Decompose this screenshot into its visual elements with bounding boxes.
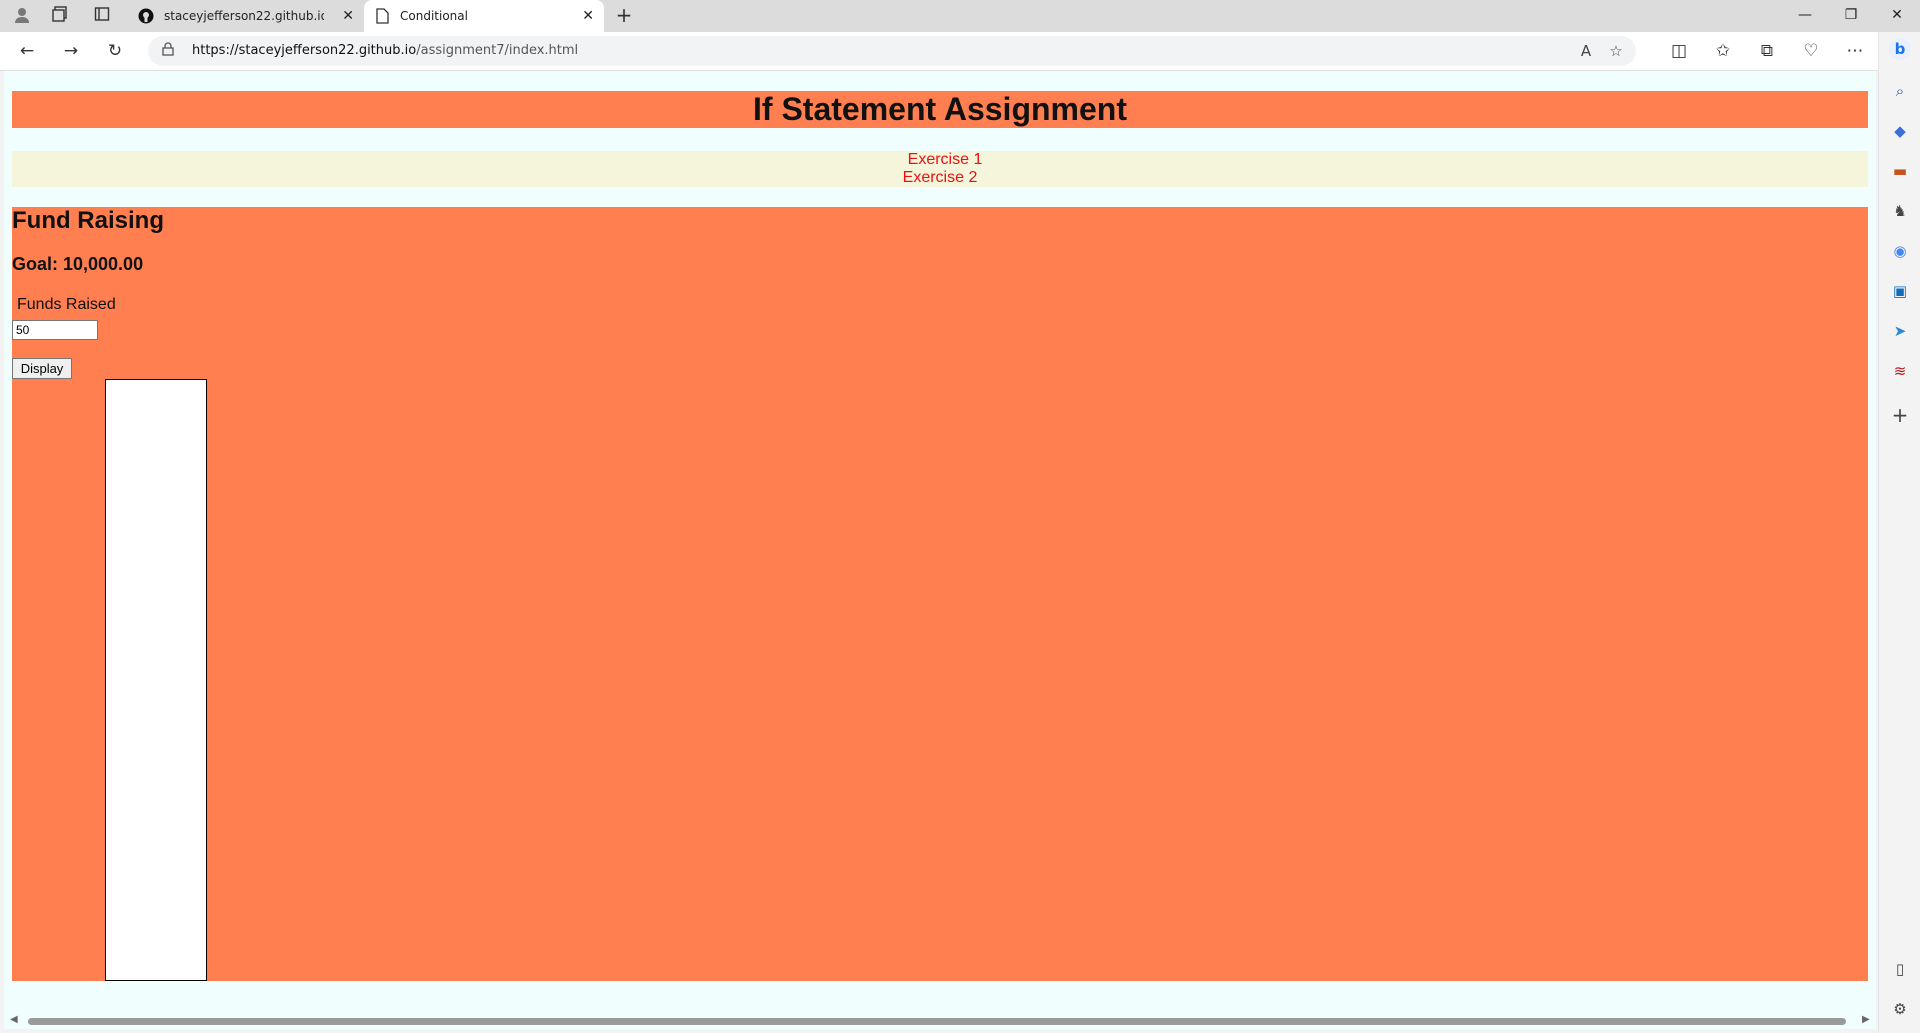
- back-icon[interactable]: ←: [16, 40, 38, 62]
- close-tab-icon[interactable]: ✕: [582, 0, 594, 32]
- app-icon[interactable]: ≋: [1889, 360, 1911, 382]
- favorites-icon[interactable]: ✩: [1712, 40, 1734, 62]
- nav-link-exercise-1[interactable]: Exercise 1: [12, 151, 1868, 169]
- split-screen-icon[interactable]: ◫: [1668, 40, 1690, 62]
- edge-sidebar: b ⌕ ◆ ▬ ♞ ◉ ▣ ➤ ≋ + ▯ ⚙: [1878, 32, 1920, 1033]
- github-icon: [138, 8, 154, 24]
- games-icon[interactable]: ♞: [1889, 200, 1911, 222]
- collections-icon[interactable]: ⧉: [1756, 40, 1778, 62]
- close-window-icon[interactable]: ✕: [1874, 0, 1920, 32]
- more-menu-icon[interactable]: ⋯: [1844, 40, 1866, 62]
- horizontal-scrollbar[interactable]: ◀ ▶: [4, 1013, 1876, 1029]
- url-path: /assignment7/index.html: [416, 43, 579, 58]
- goal-text: Goal: 10,000.00: [12, 254, 144, 274]
- fund-thermometer: [105, 379, 207, 981]
- tab-github[interactable]: staceyjefferson22.github.io/assig ✕: [128, 0, 364, 32]
- restore-icon[interactable]: ❐: [1828, 0, 1874, 32]
- scrollbar-thumb[interactable]: [28, 1018, 1846, 1025]
- tab-conditional[interactable]: Conditional ✕: [364, 0, 604, 32]
- fund-raising-section: Fund Raising Goal: 10,000.00 Funds Raise…: [12, 207, 1868, 981]
- funds-raised-input[interactable]: [12, 320, 98, 340]
- workspaces-icon[interactable]: [50, 6, 70, 26]
- scroll-right-icon[interactable]: ▶: [1862, 1014, 1870, 1025]
- copilot-icon[interactable]: b: [1889, 38, 1911, 60]
- nav-link-exercise-2[interactable]: Exercise 2: [12, 169, 1868, 187]
- close-tab-icon[interactable]: ✕: [342, 0, 354, 32]
- settings-gear-icon[interactable]: ⚙: [1889, 998, 1911, 1020]
- browser-essentials-icon[interactable]: ♡: [1800, 40, 1822, 62]
- url-host: https://staceyjefferson22.github.io: [192, 43, 417, 58]
- hide-sidebar-icon[interactable]: ▯: [1889, 958, 1911, 980]
- read-aloud-icon[interactable]: A: [1576, 41, 1596, 61]
- search-icon[interactable]: ⌕: [1889, 80, 1911, 102]
- favorite-star-icon[interactable]: ☆: [1606, 41, 1626, 61]
- page-viewport: If Statement Assignment Exercise 1 Exerc…: [4, 71, 1876, 1029]
- page-title: If Statement Assignment: [753, 91, 1127, 127]
- url-text: https://staceyjefferson22.github.io/assi…: [192, 36, 578, 66]
- page-icon: [374, 8, 390, 24]
- browser-toolbar: ← → ↻ https://staceyjefferson22.github.i…: [0, 32, 1920, 71]
- funds-raised-label: Funds Raised: [17, 296, 116, 313]
- microsoft-365-icon[interactable]: ◉: [1889, 240, 1911, 262]
- minimize-icon[interactable]: —: [1782, 0, 1828, 32]
- forward-icon[interactable]: →: [60, 40, 82, 62]
- browser-title-bar: staceyjefferson22.github.io/assig ✕ Cond…: [0, 0, 1920, 32]
- tab-title: Conditional: [400, 9, 468, 23]
- shopping-tag-icon[interactable]: ◆: [1889, 120, 1911, 142]
- lock-icon[interactable]: [162, 42, 174, 59]
- tab-title: staceyjefferson22.github.io/assig: [164, 9, 324, 23]
- address-bar[interactable]: https://staceyjefferson22.github.io/assi…: [148, 36, 1636, 66]
- tab-actions-icon[interactable]: [92, 6, 112, 26]
- page-header: If Statement Assignment: [12, 91, 1868, 128]
- profile-icon[interactable]: [12, 6, 32, 26]
- new-tab-icon[interactable]: +: [612, 4, 636, 28]
- tools-icon[interactable]: ▬: [1889, 160, 1911, 182]
- add-app-icon[interactable]: +: [1889, 404, 1911, 426]
- scroll-left-icon[interactable]: ◀: [10, 1014, 18, 1025]
- refresh-icon[interactable]: ↻: [104, 40, 126, 62]
- display-button[interactable]: Display: [12, 358, 72, 379]
- outlook-icon[interactable]: ▣: [1889, 280, 1911, 302]
- exercise-nav: Exercise 1 Exercise 2: [12, 151, 1868, 187]
- section-title: Fund Raising: [12, 207, 164, 234]
- drop-icon[interactable]: ➤: [1889, 320, 1911, 342]
